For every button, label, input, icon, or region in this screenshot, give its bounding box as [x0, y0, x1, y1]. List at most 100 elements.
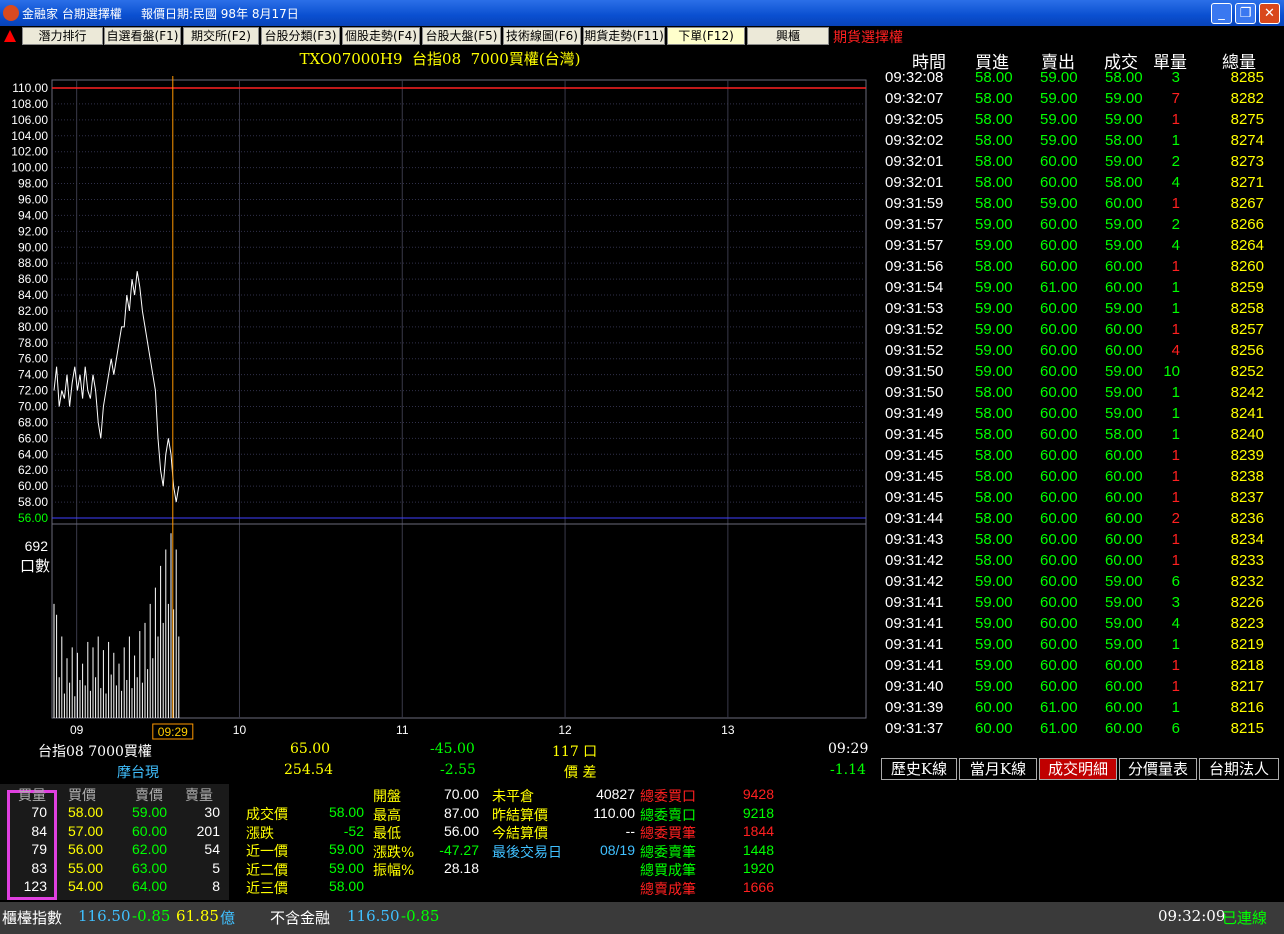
trade-row[interactable]: 09:31:42 59.00 60.00 59.00 6 8232 — [880, 572, 1280, 593]
trade-row[interactable]: 09:31:59 58.00 59.00 60.00 1 8267 — [880, 194, 1280, 215]
x-tick-label: 10 — [233, 723, 247, 737]
trade-row[interactable]: 09:31:43 58.00 60.00 60.00 1 8234 — [880, 530, 1280, 551]
tab-9[interactable]: 下單(F12) — [667, 27, 745, 45]
trade-time: 09:31:40 — [885, 678, 944, 695]
settle-label: 今結算價 — [492, 826, 548, 842]
trade-row[interactable]: 09:31:40 59.00 60.00 60.00 1 8217 — [880, 677, 1280, 698]
trade-row[interactable]: 09:31:42 58.00 60.00 60.00 1 8233 — [880, 551, 1280, 572]
ask-price: 62.00 — [132, 841, 168, 857]
trade-time: 09:31:41 — [885, 657, 944, 674]
trade-time: 09:31:45 — [885, 447, 944, 464]
sub-tab-5[interactable]: 台期法人 — [1199, 758, 1279, 780]
amount-unit: 億 — [220, 909, 236, 927]
trade-row[interactable]: 09:31:56 58.00 60.00 60.00 1 8260 — [880, 257, 1280, 278]
sub-tab-1[interactable]: 歷史K線 — [881, 758, 957, 780]
x-tick-label: 12 — [558, 723, 572, 737]
trade-row[interactable]: 09:32:01 58.00 60.00 58.00 4 8271 — [880, 173, 1280, 194]
trade-row[interactable]: 09:31:45 58.00 60.00 58.00 1 8240 — [880, 425, 1280, 446]
trade-row[interactable]: 09:31:45 58.00 60.00 60.00 1 8237 — [880, 488, 1280, 509]
trade-bid: 59.00 — [975, 657, 1013, 674]
sub-tab-2[interactable]: 當月K線 — [959, 758, 1037, 780]
trade-total: 8216 — [1230, 699, 1264, 716]
trade-row[interactable]: 09:32:02 58.00 59.00 58.00 1 8274 — [880, 131, 1280, 152]
bid-qty: 79 — [31, 841, 47, 857]
trade-total: 8259 — [1230, 279, 1264, 296]
trade-time: 09:31:45 — [885, 426, 944, 443]
trade-row[interactable]: 09:32:07 58.00 59.00 59.00 7 8282 — [880, 89, 1280, 110]
bid-price: 54.00 — [68, 878, 104, 894]
trade-ask: 60.00 — [1040, 615, 1078, 632]
trade-price: 59.00 — [1105, 111, 1143, 128]
trade-price: 59.00 — [1105, 636, 1143, 653]
quote-panel: 買量 買價 賣價 賣量 70 58.00 59.00 30 84 57.00 60.00 201 79 5… — [0, 784, 1284, 900]
trade-price: 60.00 — [1105, 258, 1143, 275]
trade-ask: 60.00 — [1040, 489, 1078, 506]
trade-row[interactable]: 09:31:41 59.00 60.00 59.00 1 8219 — [880, 635, 1280, 656]
order-stat-label: 總買成筆 — [640, 863, 696, 879]
trade-row[interactable]: 09:31:53 59.00 60.00 59.00 1 8258 — [880, 299, 1280, 320]
trade-row[interactable]: 09:31:50 58.00 60.00 59.00 1 8242 — [880, 383, 1280, 404]
trade-row[interactable]: 09:31:39 60.00 61.00 60.00 1 8216 — [880, 698, 1280, 719]
trade-bid: 59.00 — [975, 279, 1013, 296]
trade-qty: 3 — [1171, 594, 1180, 611]
y-tick-label: 64.00 — [18, 447, 48, 461]
trade-row[interactable]: 09:31:37 60.00 61.00 60.00 6 8215 — [880, 719, 1280, 740]
trade-ask: 59.00 — [1040, 90, 1078, 107]
tab-8[interactable]: 期貨走勢(F11) — [583, 27, 665, 45]
sub-tab-4[interactable]: 分價量表 — [1119, 758, 1197, 780]
trade-total: 8256 — [1230, 342, 1264, 359]
settle-value: 08/19 — [599, 841, 635, 858]
tab-7[interactable]: 技術線圖(F6) — [503, 27, 581, 45]
trade-row[interactable]: 09:31:45 58.00 60.00 60.00 1 8239 — [880, 446, 1280, 467]
bid-price: 56.00 — [68, 841, 104, 857]
trade-bid: 58.00 — [975, 405, 1013, 422]
trade-ask: 60.00 — [1040, 321, 1078, 338]
tab-4[interactable]: 台股分類(F3) — [261, 27, 340, 45]
otc-index-change: -0.85 — [132, 907, 171, 925]
trade-price: 59.00 — [1105, 237, 1143, 254]
trade-row[interactable]: 09:31:57 59.00 60.00 59.00 2 8266 — [880, 215, 1280, 236]
trade-row[interactable]: 09:31:45 58.00 60.00 60.00 1 8238 — [880, 467, 1280, 488]
order-stat-label: 總委買筆 — [640, 826, 696, 842]
trade-bid: 59.00 — [975, 594, 1013, 611]
tab-10[interactable]: 興櫃 — [747, 27, 829, 45]
order-stat-value: 1920 — [742, 860, 774, 876]
trade-price: 60.00 — [1105, 321, 1143, 338]
trade-row[interactable]: 09:31:49 58.00 60.00 59.00 1 8241 — [880, 404, 1280, 425]
ohlc-value: 87.00 — [443, 804, 479, 821]
sub-tab-3[interactable]: 成交明細 — [1039, 758, 1117, 780]
trade-row[interactable]: 09:31:44 58.00 60.00 60.00 2 8236 — [880, 509, 1280, 530]
trade-row[interactable]: 09:31:52 59.00 60.00 60.00 1 8257 — [880, 320, 1280, 341]
trade-qty: 1 — [1171, 258, 1180, 275]
close-button[interactable]: ✕ — [1259, 3, 1280, 24]
maximize-button[interactable]: ❐ — [1235, 3, 1256, 24]
tab-6[interactable]: 台股大盤(F5) — [422, 27, 501, 45]
trade-row[interactable]: 09:32:05 58.00 59.00 59.00 1 8275 — [880, 110, 1280, 131]
trade-price: 59.00 — [1105, 594, 1143, 611]
tab-5[interactable]: 個股走勢(F4) — [342, 27, 420, 45]
ohlc-label: 最高 — [373, 807, 401, 824]
trade-row[interactable]: 09:31:52 59.00 60.00 60.00 4 8256 — [880, 341, 1280, 362]
trade-price: 59.00 — [1105, 384, 1143, 401]
intraday-chart[interactable]: 110.00 108.00 106.00 104.00 102.00 100.00 98.0… — [0, 70, 880, 808]
ex-finance-value: 116.50 — [347, 907, 400, 925]
trade-row[interactable]: 09:32:08 58.00 59.00 58.00 3 8285 — [880, 68, 1280, 89]
trade-row[interactable]: 09:32:01 58.00 60.00 59.00 2 8273 — [880, 152, 1280, 173]
trade-row[interactable]: 09:31:57 59.00 60.00 59.00 4 8264 — [880, 236, 1280, 257]
tab-1[interactable]: 潛力排行 — [22, 27, 103, 45]
trade-qty: 1 — [1171, 699, 1180, 716]
bid-qty: 84 — [31, 822, 47, 839]
minimize-button[interactable]: _ — [1211, 3, 1232, 24]
trade-qty: 6 — [1171, 573, 1180, 590]
chart-title: TXO07000H9 台指08 7000買權(台灣) — [299, 50, 581, 68]
trade-total: 8274 — [1230, 132, 1264, 149]
trade-row[interactable]: 09:31:41 59.00 60.00 59.00 3 8226 — [880, 593, 1280, 614]
trade-row[interactable]: 09:31:54 59.00 61.00 60.00 1 8259 — [880, 278, 1280, 299]
tab-2[interactable]: 自選看盤(F1) — [104, 27, 181, 45]
tab-3[interactable]: 期交所(F2) — [183, 27, 259, 45]
trade-bid: 59.00 — [975, 615, 1013, 632]
trade-row[interactable]: 09:31:41 59.00 60.00 59.00 4 8223 — [880, 614, 1280, 635]
trade-row[interactable]: 09:31:41 59.00 60.00 60.00 1 8218 — [880, 656, 1280, 677]
trade-total: 8238 — [1230, 468, 1264, 485]
trade-row[interactable]: 09:31:50 59.00 60.00 59.00 10 8252 — [880, 362, 1280, 383]
